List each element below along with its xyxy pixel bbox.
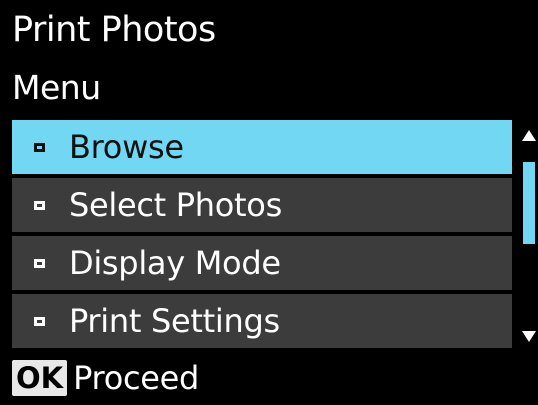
screen-title: Print Photos — [12, 10, 216, 50]
screen-subtitle: Menu — [12, 68, 101, 107]
ok-key-badge: OK — [12, 360, 68, 396]
menu-item-label: Select Photos — [69, 186, 282, 224]
bullet-icon — [34, 258, 45, 268]
menu-item-browse[interactable]: Browse — [12, 120, 512, 174]
menu-item-label: Print Settings — [69, 302, 280, 340]
scrollbar-thumb[interactable] — [523, 162, 535, 244]
bullet-icon — [34, 142, 45, 152]
menu-item-label: Browse — [69, 128, 184, 166]
menu-item-label: Display Mode — [69, 244, 281, 282]
bullet-icon — [34, 316, 45, 326]
scroll-down-arrow-icon[interactable] — [522, 331, 536, 342]
menu-scrollbar[interactable] — [520, 122, 536, 346]
menu-list: Browse Select Photos Display Mode Print … — [12, 120, 512, 350]
bullet-icon — [34, 200, 45, 210]
scroll-up-arrow-icon[interactable] — [522, 130, 536, 141]
footer-action-label: Proceed — [73, 359, 200, 397]
footer-hint: OK Proceed — [12, 357, 199, 399]
menu-item-select-photos[interactable]: Select Photos — [12, 178, 512, 232]
menu-item-print-settings[interactable]: Print Settings — [12, 294, 512, 348]
printer-lcd-screen: Print Photos Menu Browse Select Photos D… — [0, 0, 538, 405]
menu-item-display-mode[interactable]: Display Mode — [12, 236, 512, 290]
